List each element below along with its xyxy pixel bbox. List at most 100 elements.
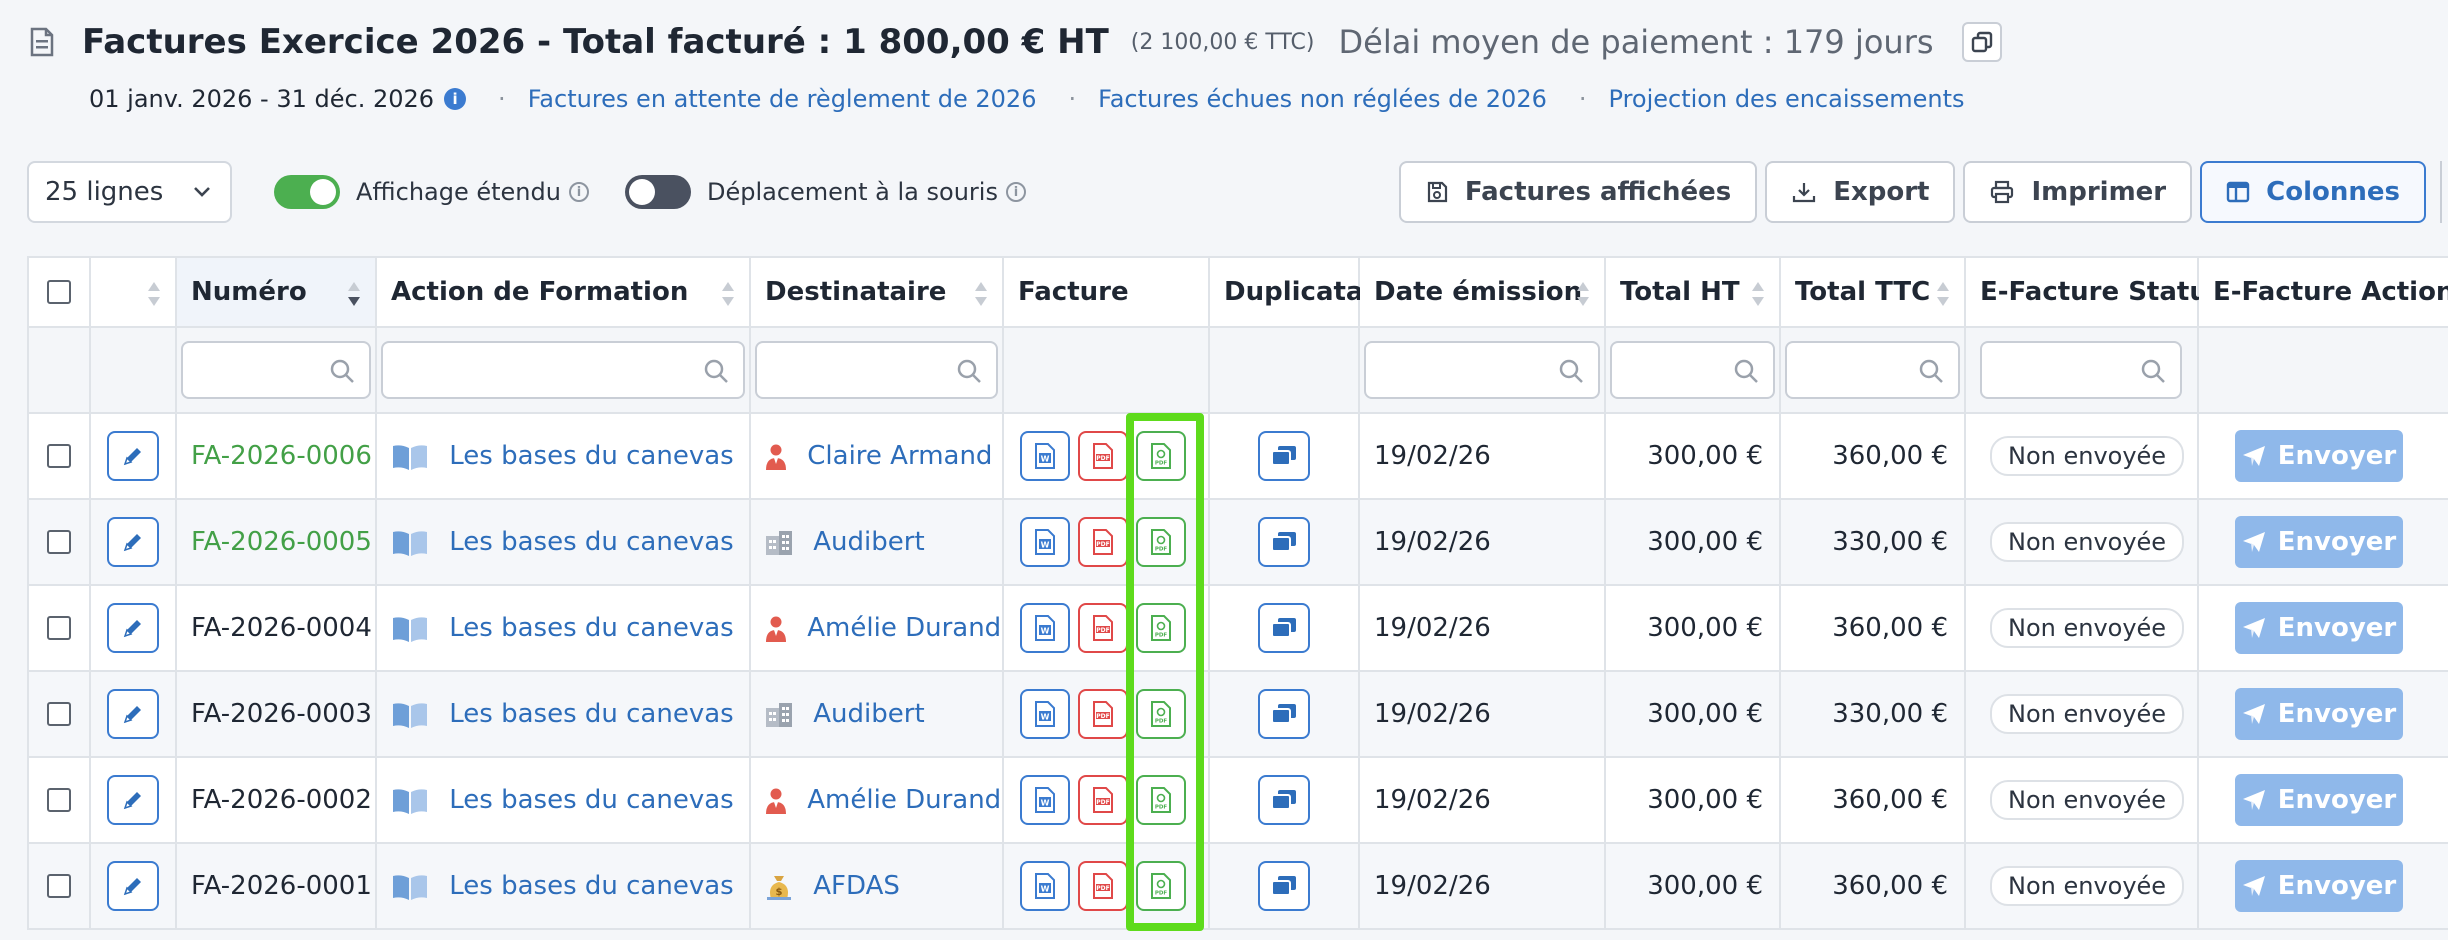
training-action-link[interactable]: Les bases du canevas [449,613,733,643]
row-checkbox[interactable] [47,616,71,640]
header-total-ttc[interactable]: Total TTC [1779,256,1966,328]
edit-button[interactable] [107,517,159,567]
recipient-link[interactable]: Amélie Durand [807,785,1001,815]
link-cash-projection[interactable]: Projection des encaissements [1609,85,1965,113]
header-destinataire[interactable]: Destinataire [749,256,1004,328]
send-efacture-button[interactable]: Envoyer [2235,688,2403,740]
header-select-all[interactable] [27,256,91,328]
training-action-link[interactable]: Les bases du canevas [449,441,733,471]
recipient-link[interactable]: AFDAS [813,871,900,901]
export-button[interactable]: Export [1765,161,1956,223]
word-download-button[interactable]: W [1020,775,1070,825]
rows-per-page-select[interactable]: 25 lignes [27,161,232,223]
table-row[interactable]: FA-2026-0002 Les bases du canevas Amélie… [27,756,2448,844]
efacture-pdf-button[interactable]: PDF [1136,603,1186,653]
word-download-button[interactable]: W [1020,689,1070,739]
header-date-emission[interactable]: Date émission [1358,256,1606,328]
invoice-number[interactable]: FA-2026-0005 [191,527,372,557]
pdf-download-button[interactable]: PDF [1078,603,1128,653]
training-action-link[interactable]: Les bases du canevas [449,785,733,815]
search-icon [704,359,728,383]
filter-date-input[interactable] [1364,341,1600,399]
displayed-invoices-button[interactable]: Factures affichées [1398,161,1758,223]
row-checkbox[interactable] [47,874,71,898]
duplicate-button[interactable] [1258,517,1310,567]
recipient-icon-slot [765,785,799,815]
efacture-pdf-button[interactable]: PDF [1136,775,1186,825]
invoice-number[interactable]: FA-2026-0003 [191,699,372,729]
duplicate-button[interactable] [1258,603,1310,653]
pdf-download-button[interactable]: PDF [1078,861,1128,911]
efacture-pdf-button[interactable]: PDF [1136,517,1186,567]
efacture-pdf-button[interactable]: PDF [1136,431,1186,481]
invoice-number[interactable]: FA-2026-0006 [191,441,372,471]
word-download-button[interactable]: W [1020,861,1070,911]
pdf-download-button[interactable]: PDF [1078,775,1128,825]
toggle-extended-view[interactable] [274,175,340,209]
recipient-link[interactable]: Audibert [813,527,924,557]
invoice-number[interactable]: FA-2026-0001 [191,871,372,901]
efacture-status-badge: Non envoyée [1990,694,2185,734]
word-download-button[interactable]: W [1020,517,1070,567]
training-action-link[interactable]: Les bases du canevas [449,699,733,729]
recipient-link[interactable]: Claire Armand [807,441,992,471]
pdf-download-button[interactable]: PDF [1078,689,1128,739]
select-all-checkbox[interactable] [47,280,71,304]
print-button[interactable]: Imprimer [1963,161,2193,223]
copy-button[interactable] [1961,22,2002,62]
table-row[interactable]: FA-2026-0005 Les bases du canevas Audibe… [27,498,2448,586]
filter-total-ttc-input[interactable] [1785,341,1960,399]
duplicate-button[interactable] [1258,775,1310,825]
info-icon[interactable]: i [1005,182,1026,202]
recipient-link[interactable]: Amélie Durand [807,613,1001,643]
word-download-button[interactable]: W [1020,603,1070,653]
filter-statut-input[interactable] [1980,341,2182,399]
table-row[interactable]: FA-2026-0001 Les bases du canevas $ AFDA… [27,842,2448,930]
duplicate-button[interactable] [1258,689,1310,739]
table-row[interactable]: FA-2026-0004 Les bases du canevas Amélie… [27,584,2448,672]
training-action-link[interactable]: Les bases du canevas [449,871,733,901]
row-checkbox[interactable] [47,788,71,812]
pdf-download-button[interactable]: PDF [1078,431,1128,481]
send-efacture-button[interactable]: Envoyer [2235,430,2403,482]
efacture-pdf-button[interactable]: PDF [1136,689,1186,739]
row-checkbox[interactable] [47,444,71,468]
edit-button[interactable] [107,431,159,481]
training-action-link[interactable]: Les bases du canevas [449,527,733,557]
invoice-number[interactable]: FA-2026-0002 [191,785,372,815]
info-icon[interactable]: i [444,88,467,110]
table-row[interactable]: FA-2026-0006 Les bases du canevas Claire… [27,412,2448,500]
duplicate-button[interactable] [1258,861,1310,911]
edit-button[interactable] [107,689,159,739]
send-efacture-button[interactable]: Envoyer [2235,516,2403,568]
header-action-formation[interactable]: Action de Formation [375,256,751,328]
row-checkbox[interactable] [47,530,71,554]
invoice-number[interactable]: FA-2026-0004 [191,613,372,643]
filter-action-input[interactable] [381,341,745,399]
row-checkbox[interactable] [47,702,71,726]
link-overdue-invoices[interactable]: Factures échues non réglées de 2026 [1098,85,1547,113]
send-efacture-button[interactable]: Envoyer [2235,774,2403,826]
edit-button[interactable] [107,603,159,653]
info-icon[interactable]: i [568,182,589,202]
edit-button[interactable] [107,775,159,825]
word-download-button[interactable]: W [1020,431,1070,481]
columns-button[interactable]: Colonnes [2200,161,2426,223]
header-total-ht[interactable]: Total HT [1604,256,1781,328]
send-efacture-button[interactable]: Envoyer [2235,602,2403,654]
link-pending-invoices[interactable]: Factures en attente de règlement de 2026 [528,85,1037,113]
filter-total-ht-input[interactable] [1610,341,1775,399]
filter-numero-input[interactable] [181,341,371,399]
document-icon [30,27,54,57]
header-numero[interactable]: Numéro [175,256,377,328]
header-actions[interactable] [89,256,177,328]
efacture-pdf-button[interactable]: PDF [1136,861,1186,911]
edit-button[interactable] [107,861,159,911]
duplicate-button[interactable] [1258,431,1310,481]
filter-destinataire-input[interactable] [755,341,998,399]
pdf-download-button[interactable]: PDF [1078,517,1128,567]
table-row[interactable]: FA-2026-0003 Les bases du canevas Audibe… [27,670,2448,758]
recipient-link[interactable]: Audibert [813,699,924,729]
toggle-mouse-drag[interactable] [624,175,691,209]
send-efacture-button[interactable]: Envoyer [2235,860,2403,912]
